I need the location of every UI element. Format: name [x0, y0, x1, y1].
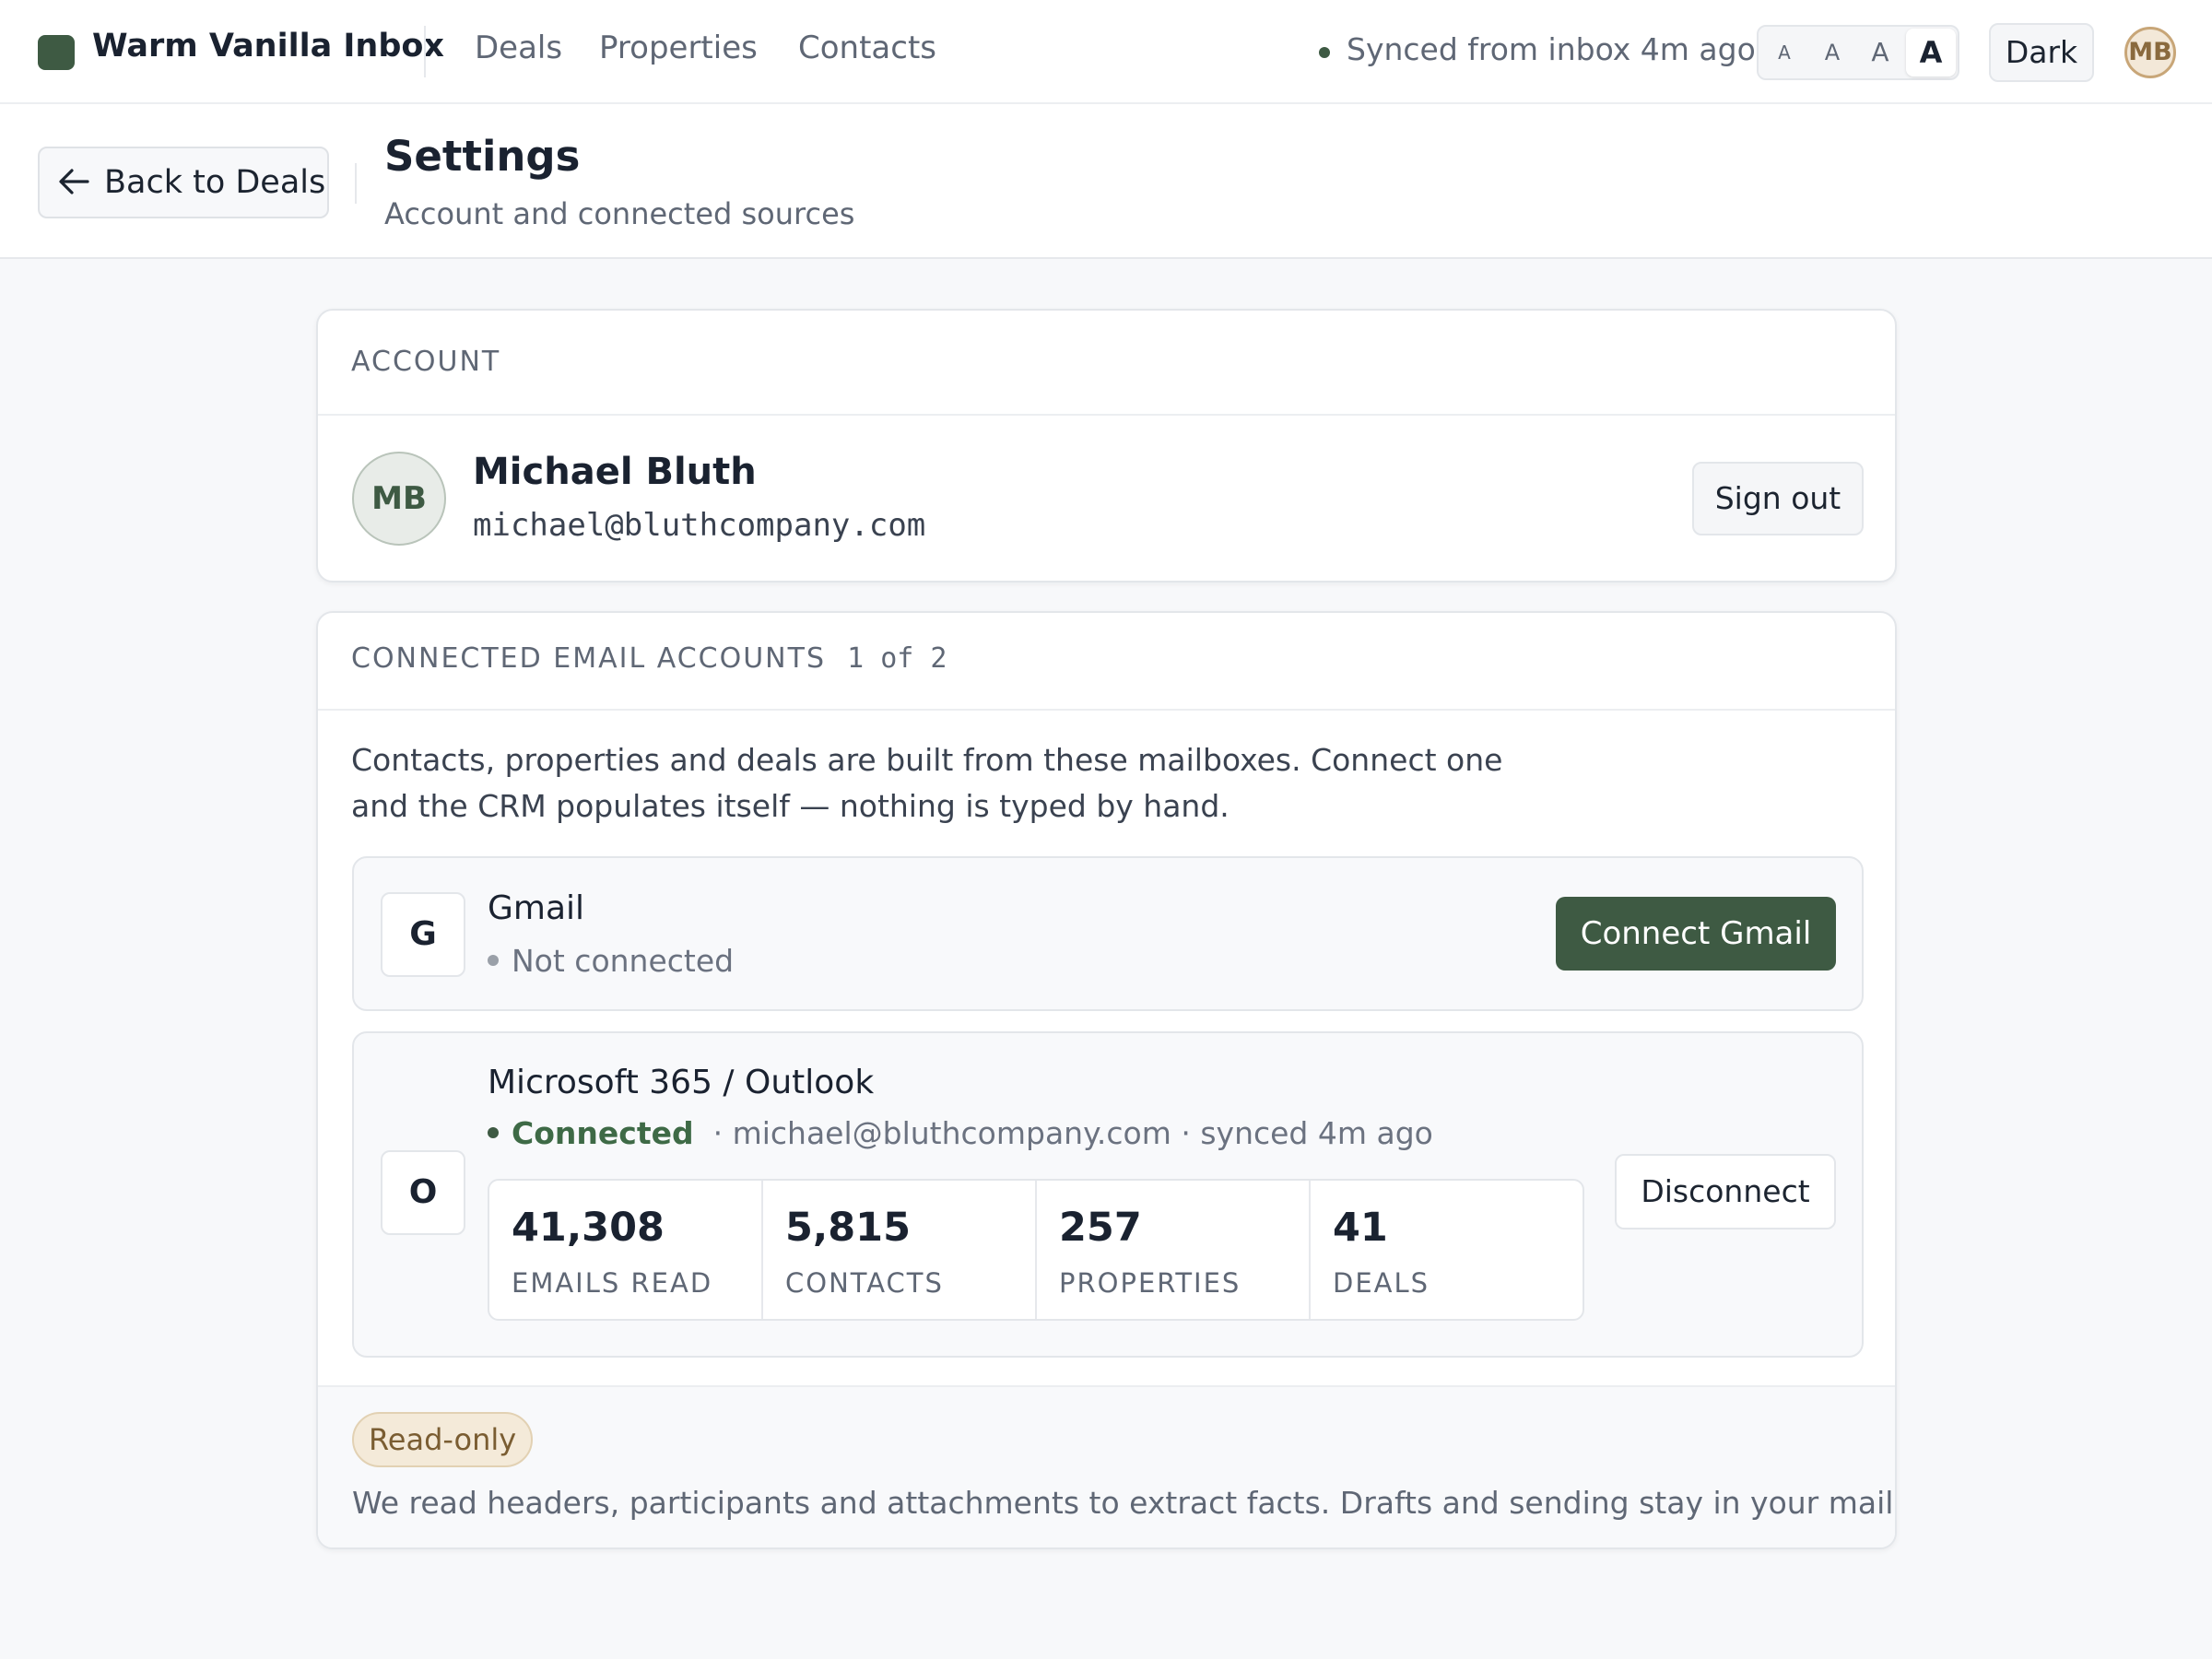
text-size-l-option-selected[interactable]: A	[1906, 29, 1956, 76]
stat-value: 41	[1333, 1205, 1388, 1251]
stat-value: 5,815	[785, 1205, 912, 1251]
stat-properties: 257 PROPERTIES	[1037, 1181, 1311, 1319]
read-only-note: We read headers, participants and attach…	[352, 1485, 1897, 1521]
provider-name: Microsoft 365 / Outlook	[488, 1064, 875, 1101]
read-only-notice: Read-only We read headers, participants …	[318, 1385, 1897, 1547]
divider	[318, 709, 1895, 711]
connected-email-accounts-card: CONNECTED EMAIL ACCOUNTS 1 of 2 Contacts…	[316, 611, 1897, 1549]
divider	[424, 26, 426, 77]
stat-deals: 41 DEALS	[1311, 1181, 1583, 1319]
email-accounts-heading: CONNECTED EMAIL ACCOUNTS	[351, 642, 826, 675]
page-title: Settings	[384, 132, 581, 181]
outlook-sync-stats: 41,308 EMAILS READ 5,815 CONTACTS 257 PR…	[488, 1179, 1584, 1321]
gmail-icon: G	[381, 892, 465, 977]
account-section-label: ACCOUNT	[351, 346, 501, 378]
outlook-provider-row: O Microsoft 365 / Outlook Connected · mi…	[352, 1031, 1864, 1358]
gmail-provider-row: G Gmail Not connected Connect Gmail	[352, 856, 1864, 1011]
divider	[318, 414, 1895, 416]
back-button-label: Back to Deals	[104, 164, 326, 201]
page-header: Back to Deals Settings Account and conne…	[0, 104, 2212, 259]
email-accounts-intro: Contacts, properties and deals are built…	[351, 742, 1503, 824]
nav-deals[interactable]: Deals	[475, 29, 562, 66]
stat-value: 257	[1059, 1205, 1142, 1251]
account-name: Michael Bluth	[473, 451, 757, 493]
stat-label: CONTACTS	[785, 1267, 944, 1299]
connected-count: 1 of 2	[847, 642, 947, 675]
nav-properties[interactable]: Properties	[599, 29, 758, 66]
back-to-deals-button[interactable]: Back to Deals	[38, 147, 329, 218]
provider-status: Connected · michael@bluthcompany.com · s…	[488, 1115, 1433, 1151]
account-avatar: MB	[352, 452, 446, 546]
outlook-status-text: Connected	[512, 1115, 694, 1151]
email-accounts-section-label: CONNECTED EMAIL ACCOUNTS 1 of 2	[351, 642, 947, 675]
provider-name: Gmail	[488, 889, 585, 927]
arrow-left-icon	[59, 169, 89, 194]
read-only-badge: Read-only	[352, 1412, 534, 1467]
disconnect-outlook-button[interactable]: Disconnect	[1615, 1154, 1836, 1230]
stat-label: PROPERTIES	[1059, 1267, 1241, 1299]
brand-logo-icon	[38, 35, 75, 70]
sync-status-dot-icon	[1319, 47, 1330, 58]
app-name: Warm Vanilla Inbox	[92, 28, 445, 65]
gmail-status-text: Not connected	[512, 943, 735, 979]
sync-status: Synced from inbox 4m ago	[1347, 31, 1756, 67]
outlook-icon: O	[381, 1150, 465, 1235]
stat-label: EMAILS READ	[512, 1267, 713, 1299]
account-card: ACCOUNT MB Michael Bluth michael@bluthco…	[316, 309, 1897, 582]
divider	[355, 163, 357, 204]
top-bar: Warm Vanilla Inbox Deals Properties Cont…	[0, 0, 2212, 104]
user-avatar[interactable]: MB	[2124, 27, 2176, 78]
text-size-s-option[interactable]: A	[1808, 27, 1856, 78]
outlook-status-detail: · michael@bluthcompany.com · synced 4m a…	[712, 1115, 1433, 1151]
text-size-selector: A A A A	[1757, 25, 1959, 80]
stat-contacts: 5,815 CONTACTS	[763, 1181, 1037, 1319]
stat-value: 41,308	[512, 1205, 665, 1251]
status-dot-icon	[488, 1126, 499, 1138]
account-email: michael@bluthcompany.com	[473, 507, 926, 544]
stat-emails-read: 41,308 EMAILS READ	[489, 1181, 763, 1319]
page-subtitle: Account and connected sources	[384, 196, 855, 231]
dark-mode-toggle[interactable]: Dark	[1989, 23, 2094, 82]
connect-gmail-button[interactable]: Connect Gmail	[1556, 897, 1836, 971]
nav-contacts[interactable]: Contacts	[798, 29, 936, 66]
sign-out-button[interactable]: Sign out	[1692, 462, 1864, 535]
provider-status: Not connected	[488, 943, 734, 979]
status-dot-icon	[488, 954, 499, 966]
text-size-m-option[interactable]: A	[1856, 27, 1904, 78]
stat-label: DEALS	[1333, 1267, 1430, 1299]
text-size-xs-option[interactable]: A	[1760, 27, 1808, 78]
